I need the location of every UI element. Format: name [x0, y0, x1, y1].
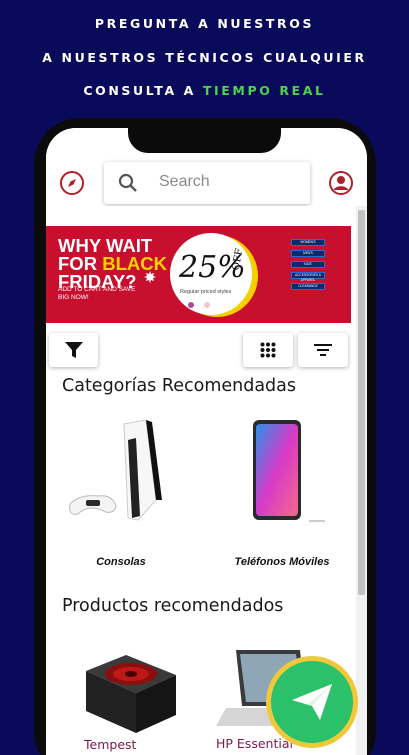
carousel-dot-active[interactable] — [188, 302, 194, 308]
sort-button[interactable] — [298, 333, 348, 367]
product-label-hp-essential: HP Essential — [216, 736, 293, 751]
promo-banner[interactable]: WHY WAIT FOR BLACK FRIDAY? ADD TO CART A… — [46, 226, 351, 323]
compass-icon[interactable] — [59, 170, 85, 196]
profile-icon[interactable] — [328, 170, 354, 196]
filter-button[interactable] — [49, 333, 98, 367]
product-label-tempest: Tempest — [84, 737, 137, 752]
sort-icon — [314, 344, 332, 356]
headline-prefix: CONSULTA A — [83, 83, 203, 98]
category-consoles[interactable]: Consolas — [56, 419, 186, 568]
banner-nav-women: WOMEN'S — [291, 239, 325, 246]
scrollbar-thumb[interactable] — [358, 210, 365, 595]
products-title: Productos recomendados — [62, 596, 284, 616]
grid-icon — [260, 342, 276, 358]
headline-line-1: PREGUNTA A NUESTROS — [94, 16, 315, 31]
send-fab-button[interactable] — [266, 656, 358, 748]
search-icon — [118, 173, 137, 192]
headline-accent: TIEMPO REAL — [202, 83, 326, 98]
search-bar[interactable]: Search — [104, 162, 310, 204]
category-phones[interactable]: Teléfonos Móviles — [217, 420, 347, 568]
banner-nav-clearance: CLEARANCE — [291, 283, 325, 290]
category-label-consoles: Consolas — [96, 556, 146, 568]
send-icon — [292, 684, 332, 720]
product-tempest[interactable]: Tempest — [76, 641, 186, 755]
carousel-dot[interactable] — [204, 302, 210, 308]
banner-nav-kids: KIDS' — [291, 261, 325, 268]
phone-image — [253, 420, 325, 522]
banner-sub: ADD TO CART AND SAVE BIG NOW! — [58, 286, 136, 301]
psu-image — [86, 655, 176, 733]
category-label-phones: Teléfonos Móviles — [234, 556, 330, 568]
maple-leaf-icon — [144, 271, 156, 283]
headline-line-2: A NUESTROS TÉCNICOS CUALQUIER — [42, 50, 367, 65]
banner-nav-accessories: ACCESSORIES & APPAREL — [291, 272, 325, 282]
search-input[interactable]: Search — [159, 173, 210, 191]
scrollbar[interactable] — [356, 206, 367, 755]
filter-icon — [64, 342, 83, 358]
phone-notch — [128, 120, 281, 153]
grid-view-button[interactable] — [243, 333, 293, 367]
banner-nav-men: MEN'S — [291, 250, 325, 257]
headline-line-3: CONSULTA A TIEMPO REAL — [0, 83, 409, 98]
console-image — [69, 419, 162, 521]
banner-regular: Regular priced styles — [180, 289, 232, 295]
categories-title: Categorías Recomendadas — [62, 376, 297, 396]
